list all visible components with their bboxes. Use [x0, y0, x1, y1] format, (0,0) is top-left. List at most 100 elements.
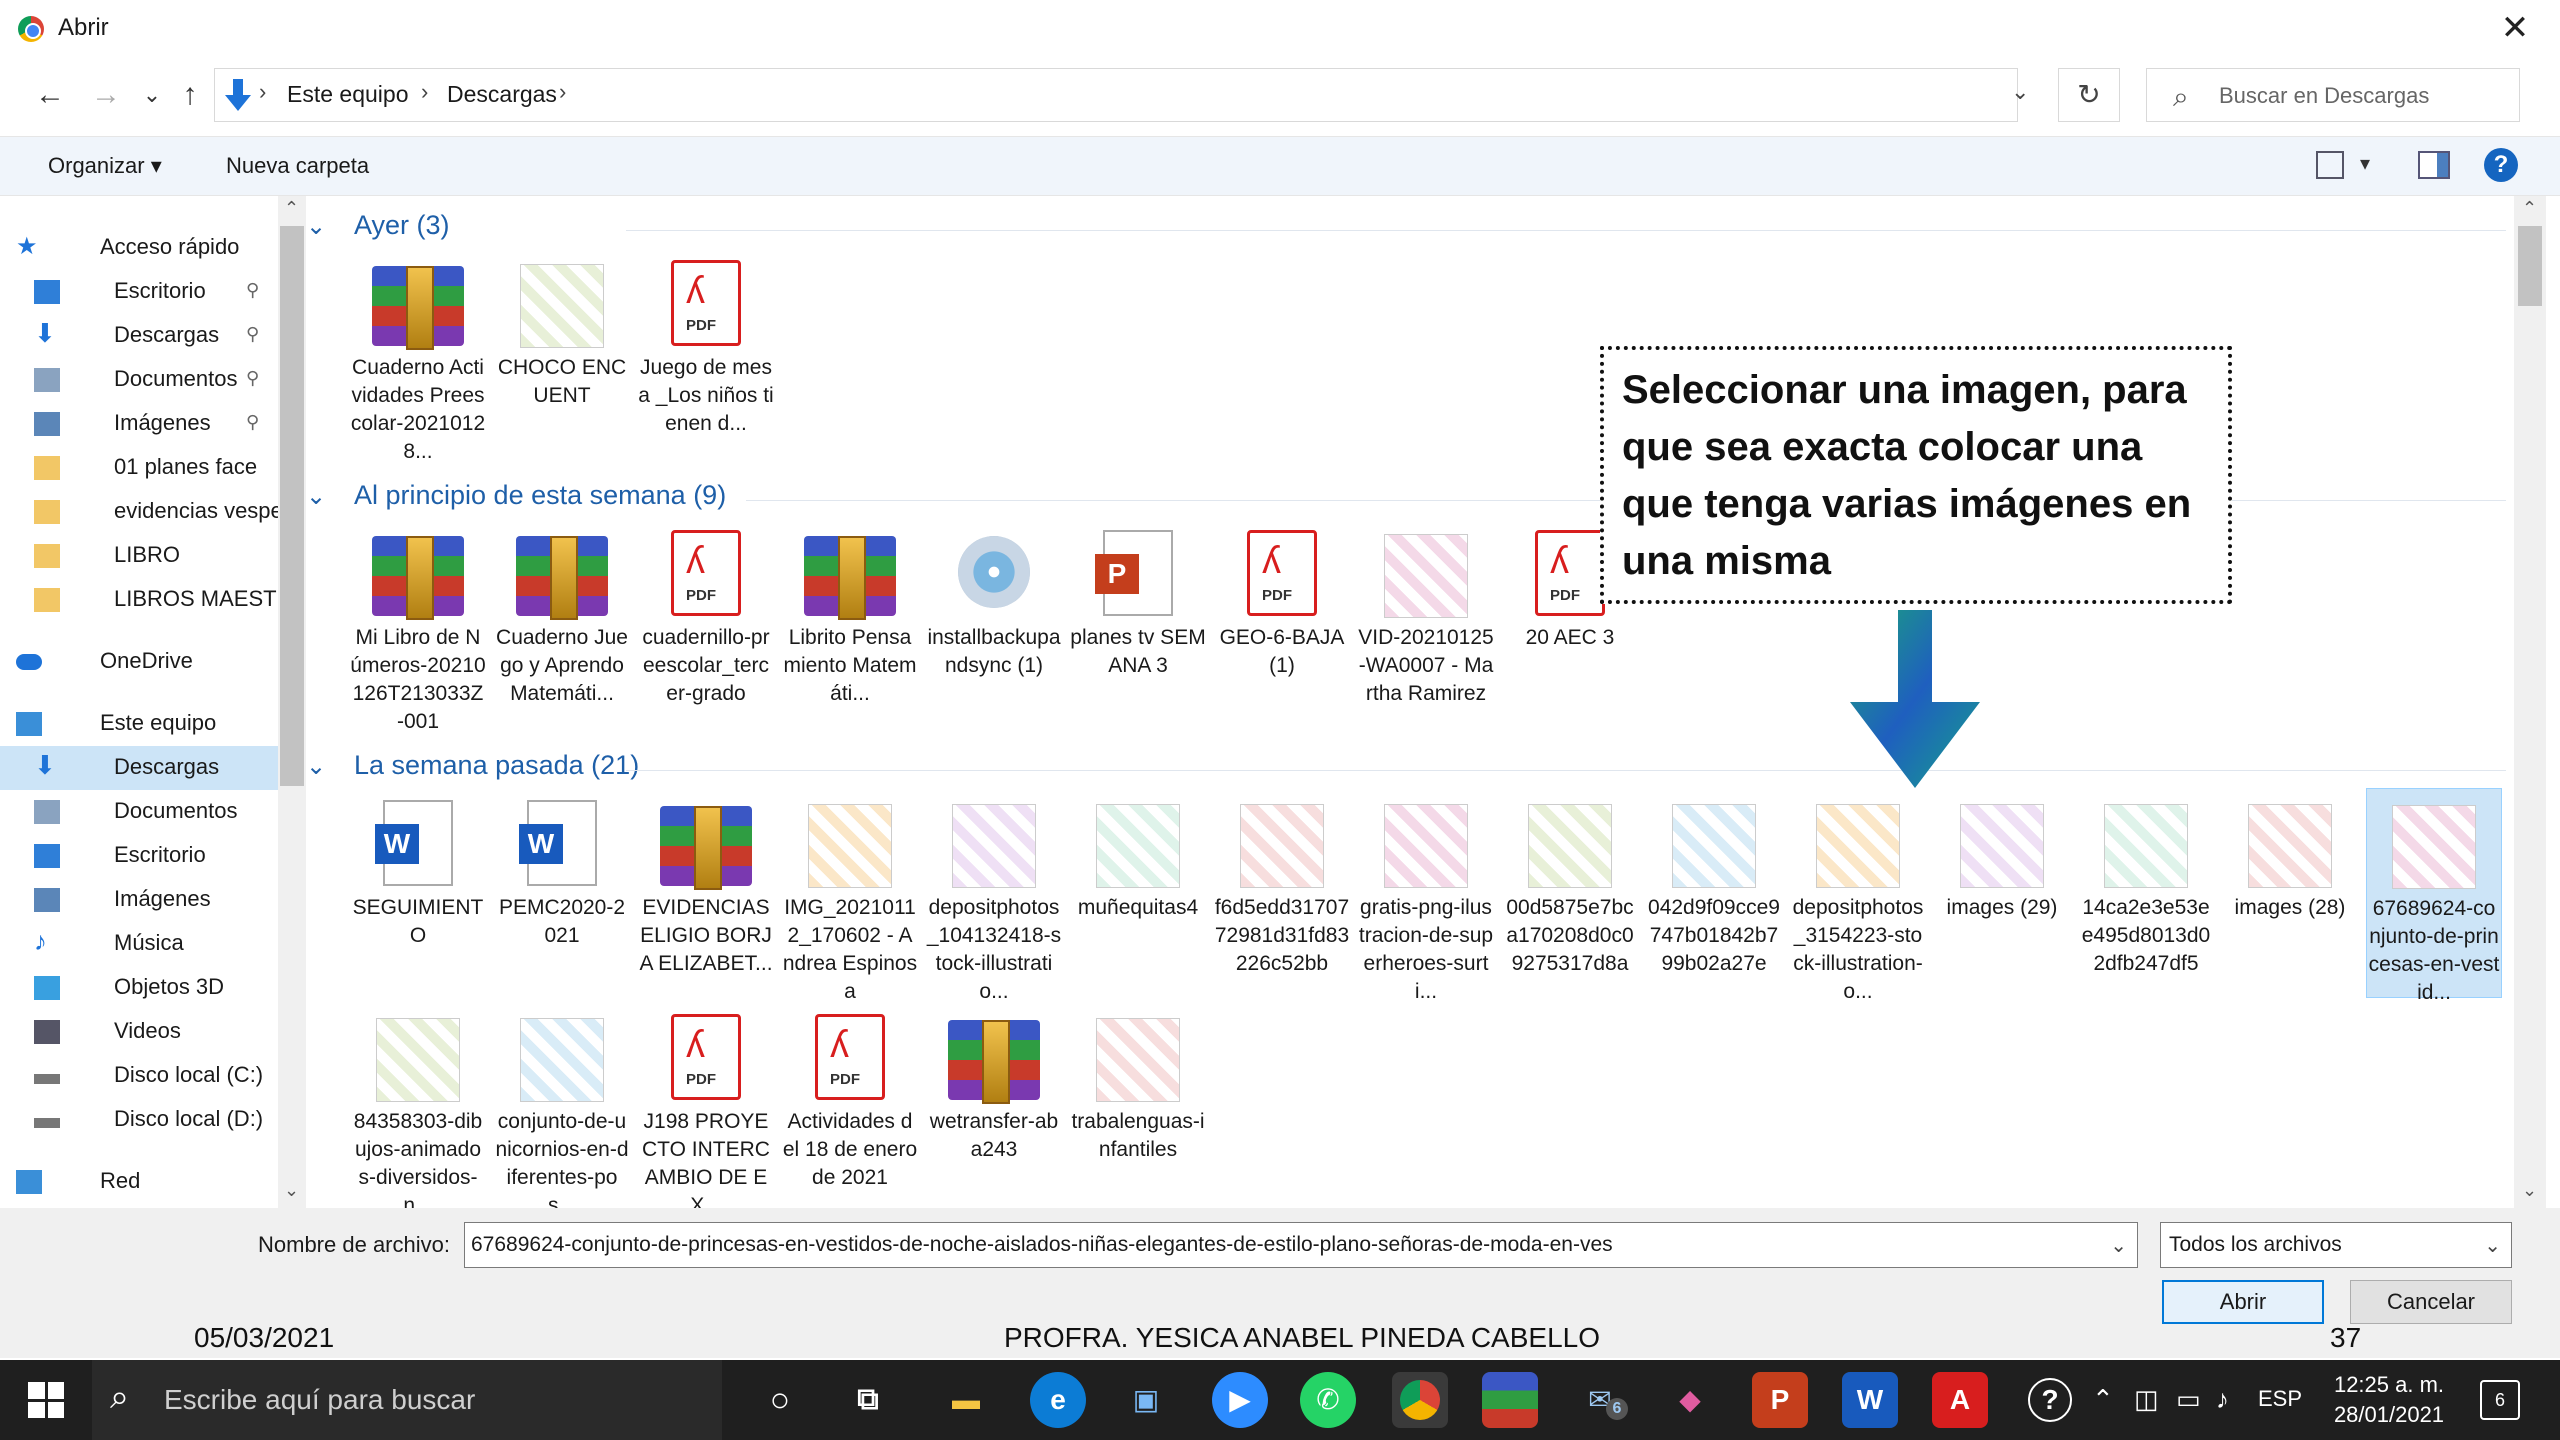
file-item[interactable]: images (28): [2222, 788, 2358, 998]
file-item[interactable]: images (29): [1934, 788, 2070, 998]
close-button[interactable]: ✕: [2490, 6, 2540, 50]
mail-icon[interactable]: ✉ 6: [1572, 1372, 1628, 1428]
back-button[interactable]: ←: [30, 62, 70, 128]
file-item[interactable]: 84358303-dibujos-animados-diversidos-n..…: [350, 1002, 486, 1208]
scroll-thumb[interactable]: [280, 226, 304, 786]
file-item[interactable]: 042d9f09cce9747b01842b799b02a27e: [1646, 788, 1782, 998]
file-item[interactable]: depositphotos_3154223-stock-illustration…: [1790, 788, 1926, 1003]
volume-icon[interactable]: ♪: [2216, 1384, 2229, 1415]
breadcrumb-este-equipo[interactable]: Este equipo: [287, 81, 408, 108]
file-item[interactable]: 00d5875e7bca170208d0c09275317d8a: [1502, 788, 1638, 998]
forward-button[interactable]: →: [86, 62, 126, 128]
edge-icon[interactable]: e: [1030, 1372, 1086, 1428]
sidebar-item[interactable]: Objetos 3D: [0, 966, 280, 1010]
pin-icon[interactable]: ⚲: [246, 324, 259, 345]
sidebar-item[interactable]: Escritorio: [0, 834, 280, 878]
sidebar-item[interactable]: Disco local (D:): [0, 1098, 280, 1142]
group-header[interactable]: La semana pasada (21): [354, 750, 639, 781]
help-taskbar-icon[interactable]: ?: [2028, 1378, 2072, 1422]
file-item[interactable]: conjunto-de-unicornios-en-diferentes-pos…: [494, 1002, 630, 1208]
winrar-icon[interactable]: [1482, 1372, 1538, 1428]
file-item[interactable]: muñequitas4: [1070, 788, 1206, 998]
file-item[interactable]: W PEMC2020-2021: [494, 788, 630, 998]
search-input[interactable]: Buscar en Descargas: [2219, 83, 2429, 109]
sidebar-item[interactable]: OneDrive: [0, 640, 280, 684]
file-item[interactable]: VID-20210125-WA0007 - Martha Ramirez: [1358, 518, 1494, 728]
sidebar-item[interactable]: Este equipo: [0, 702, 280, 746]
windows-start-icon[interactable]: [28, 1382, 64, 1418]
chrome-taskbar-icon[interactable]: [1392, 1372, 1448, 1428]
group-collapse-icon[interactable]: ⌄: [306, 752, 326, 781]
file-explorer-icon[interactable]: ▬: [938, 1372, 994, 1428]
sidebar-item[interactable]: LIBRO: [0, 534, 280, 578]
file-item[interactable]: IMG_20210112_170602 - Andrea Espinosa: [782, 788, 918, 1003]
pin-icon[interactable]: ⚲: [246, 368, 259, 389]
paint-icon[interactable]: ◆: [1662, 1372, 1718, 1428]
sidebar-item[interactable]: evidencias vespe: [0, 490, 283, 534]
organize-button[interactable]: Organizar ▾: [48, 153, 162, 179]
preview-pane-icon[interactable]: [2418, 151, 2450, 179]
file-item[interactable]: ʎ PDF J198 PROYECTO INTERCAMBIO DE EX...: [638, 1002, 774, 1208]
sidebar-item[interactable]: Documentos: [0, 790, 280, 834]
filetype-select[interactable]: Todos los archivos ⌄: [2160, 1222, 2512, 1268]
sidebar-item[interactable]: Imágenes: [0, 878, 280, 922]
notifications-icon[interactable]: 6: [2480, 1380, 2520, 1420]
file-item[interactable]: Cuaderno Actividades Preescolar-20210128…: [350, 248, 486, 463]
sidebar-item[interactable]: ♪ Música: [0, 922, 280, 966]
sidebar-item[interactable]: ★ Acceso rápido: [0, 226, 280, 270]
file-item[interactable]: Librito Pensamiento Matemáti...: [782, 518, 918, 728]
address-bar[interactable]: › Este equipo › Descargas › ⌄: [214, 68, 2029, 122]
recent-locations-button[interactable]: ⌄: [132, 62, 172, 128]
refresh-button[interactable]: ↻: [2058, 68, 2120, 122]
file-item[interactable]: ʎ PDF GEO-6-BAJA (1): [1214, 518, 1350, 728]
cortana-icon[interactable]: ○: [752, 1372, 808, 1428]
open-button[interactable]: Abrir: [2162, 1280, 2324, 1324]
filename-input[interactable]: 67689624-conjunto-de-princesas-en-vestid…: [464, 1222, 2138, 1268]
language-indicator[interactable]: ESP: [2258, 1386, 2302, 1412]
group-collapse-icon[interactable]: ⌄: [306, 212, 326, 241]
word-icon[interactable]: W: [1842, 1372, 1898, 1428]
sidebar-item[interactable]: Videos: [0, 1010, 280, 1054]
navigation-scrollbar[interactable]: ⌃ ⌄: [278, 196, 306, 1208]
file-item[interactable]: trabalenguas-infantiles: [1070, 1002, 1206, 1208]
sidebar-item[interactable]: Documentos ⚲: [0, 358, 280, 402]
pin-icon[interactable]: ⚲: [246, 412, 259, 433]
cancel-button[interactable]: Cancelar: [2350, 1280, 2512, 1324]
clock[interactable]: 12:25 a. m. 28/01/2021: [2314, 1370, 2464, 1430]
tray-chevron-icon[interactable]: ⌃: [2092, 1384, 2114, 1415]
scroll-down-icon[interactable]: ⌄: [284, 1180, 299, 1201]
sidebar-item[interactable]: Disco local (C:): [0, 1054, 280, 1098]
view-options-icon[interactable]: [2316, 151, 2344, 179]
breadcrumb-descargas[interactable]: Descargas: [447, 81, 557, 108]
chevron-down-icon[interactable]: ⌄: [2110, 1233, 2127, 1258]
file-item[interactable]: Pplanes tv SEMANA 3: [1070, 518, 1206, 728]
scroll-up-icon[interactable]: ⌃: [2522, 198, 2537, 219]
sidebar-item[interactable]: Red: [0, 1160, 280, 1204]
scroll-up-icon[interactable]: ⌃: [284, 198, 299, 219]
group-header[interactable]: Al principio de esta semana (9): [354, 480, 726, 511]
scroll-down-icon[interactable]: ⌄: [2522, 1180, 2537, 1201]
whatsapp-icon[interactable]: ✆: [1300, 1372, 1356, 1428]
up-button[interactable]: ↑: [170, 62, 210, 128]
file-item[interactable]: 67689624-conjunto-de-princesas-en-vestid…: [2366, 788, 2502, 1004]
network-tray-icon[interactable]: ◫: [2134, 1384, 2159, 1415]
file-item[interactable]: depositphotos_104132418-stock-illustrati…: [926, 788, 1062, 1003]
file-item[interactable]: Cuaderno Juego y Aprendo Matemáti...: [494, 518, 630, 728]
file-item[interactable]: ʎ PDF cuadernillo-preescolar_tercer-grado: [638, 518, 774, 728]
file-item[interactable]: CHOCO ENCUENT: [494, 248, 630, 458]
sidebar-item[interactable]: 01 planes face: [0, 446, 280, 490]
file-item[interactable]: f6d5edd3170772981d31fd83226c52bb: [1214, 788, 1350, 998]
file-item[interactable]: installbackupandsync (1): [926, 518, 1062, 728]
group-collapse-icon[interactable]: ⌄: [306, 482, 326, 511]
sidebar-item[interactable]: LIBROS MAESTR: [0, 578, 292, 622]
search-box[interactable]: ⌕ Buscar en Descargas: [2146, 68, 2520, 122]
sidebar-item[interactable]: ⬇ Descargas ⚲: [0, 314, 280, 358]
file-item[interactable]: ʎ PDF Actividades del 18 de enero de 2021: [782, 1002, 918, 1208]
powerpoint-icon[interactable]: P: [1752, 1372, 1808, 1428]
file-list-scrollbar[interactable]: ⌃ ⌄: [2514, 196, 2546, 1208]
file-item[interactable]: W SEGUIMIENTO: [350, 788, 486, 998]
chevron-down-icon[interactable]: ⌄: [2011, 79, 2029, 105]
task-view-icon[interactable]: ⧉: [840, 1372, 896, 1428]
acrobat-icon[interactable]: A: [1932, 1372, 1988, 1428]
taskbar-search-input[interactable]: Escribe aquí para buscar: [164, 1384, 475, 1416]
